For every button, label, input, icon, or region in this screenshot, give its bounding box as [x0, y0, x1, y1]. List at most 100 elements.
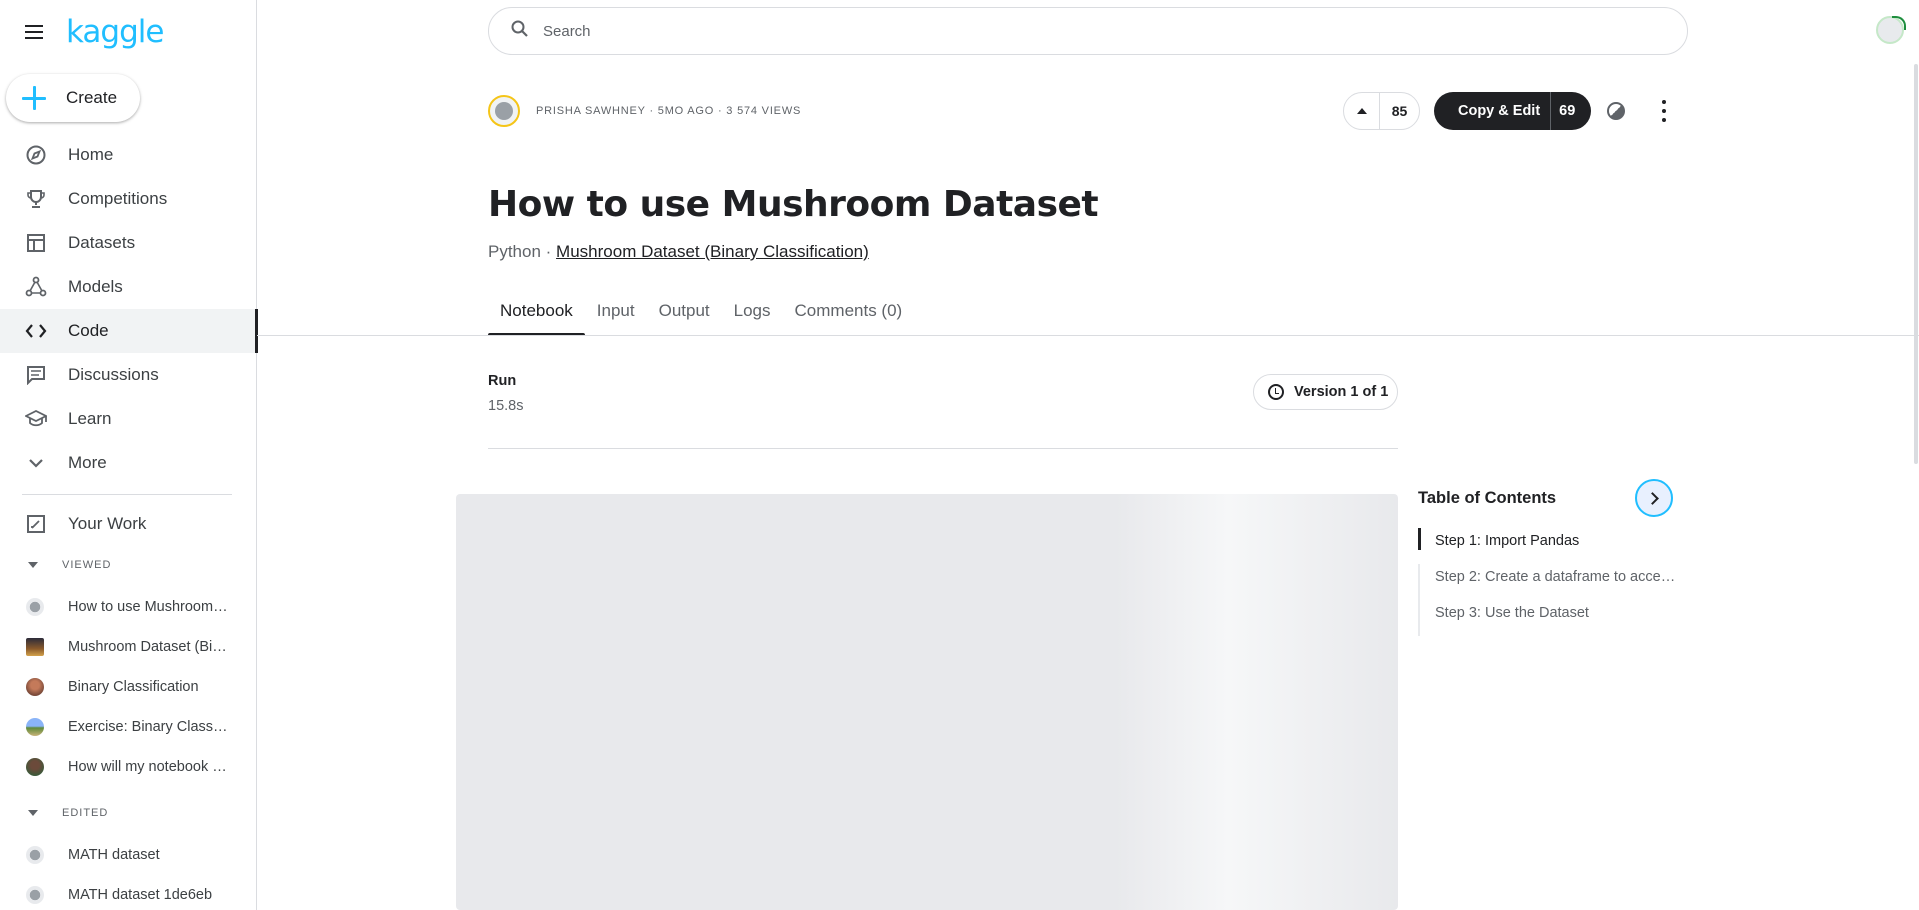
upvote-arrow-icon[interactable] — [1344, 93, 1380, 129]
tab-input[interactable]: Input — [585, 298, 647, 336]
notebook-thumbnail — [26, 598, 44, 616]
version-label: Version 1 of 1 — [1294, 384, 1389, 400]
nav-item-learn[interactable]: Learn — [0, 397, 257, 441]
nav-label: Home — [68, 145, 114, 164]
nav-item-home[interactable]: Home — [0, 133, 257, 177]
run-divider — [488, 448, 1398, 449]
dataset-link[interactable]: Mushroom Dataset (Binary Classification) — [556, 242, 869, 261]
notebook-subtitle: Python · Mushroom Dataset (Binary Classi… — [488, 242, 869, 262]
edited-list: MATH dataset MATH dataset 1de6eb — [0, 835, 257, 910]
nav-label: Competitions — [68, 189, 168, 208]
list-item-label: MATH dataset 1de6eb — [68, 887, 213, 903]
your-work-nav: Your Work — [0, 502, 257, 546]
create-label: Create — [66, 88, 118, 107]
notebook-loading-placeholder — [456, 494, 1398, 910]
list-item-label: Mushroom Dataset (Binary Classification) — [68, 639, 228, 655]
comments-icon — [24, 363, 48, 387]
nav-label: Your Work — [68, 514, 147, 533]
list-item[interactable]: How will my notebook be evaluated — [0, 747, 257, 787]
toc-item[interactable]: Step 2: Create a dataframe to access the… — [1418, 564, 1678, 600]
list-item[interactable]: MATH dataset — [0, 835, 257, 875]
search-bar[interactable] — [488, 7, 1688, 55]
chevron-down-icon — [24, 451, 48, 475]
nav-item-models[interactable]: Models — [0, 265, 257, 309]
run-time: 15.8s — [488, 398, 524, 414]
trophy-icon — [24, 187, 48, 211]
code-icon — [24, 319, 48, 343]
vote-count: 85 — [1391, 103, 1408, 119]
author-row: PRISHA SAWHNEY · 5MO AGO · 3 574 VIEWS — [488, 95, 801, 127]
history-icon — [1268, 384, 1284, 400]
contrast-icon[interactable] — [1607, 102, 1625, 120]
list-item-label: How will my notebook be evaluated — [68, 759, 228, 775]
caret-down-icon — [28, 810, 38, 816]
list-item-label: How to use Mushroom Dataset — [68, 599, 228, 615]
edited-heading: EDITED — [62, 807, 109, 819]
plus-icon — [22, 86, 46, 110]
nav-item-competitions[interactable]: Competitions — [0, 177, 257, 221]
list-item[interactable]: Binary Classification — [0, 667, 257, 707]
more-vert-icon[interactable] — [1654, 98, 1674, 124]
avatar — [26, 718, 44, 736]
edit-note-icon — [24, 512, 48, 536]
nav-label: Learn — [68, 409, 112, 428]
list-item-label: Binary Classification — [68, 679, 199, 695]
run-label: Run — [488, 373, 517, 389]
scrollbar[interactable] — [1914, 64, 1918, 464]
nav-item-datasets[interactable]: Datasets — [0, 221, 257, 265]
subtitle-separator: · — [540, 242, 557, 261]
nav-item-discussions[interactable]: Discussions — [0, 353, 257, 397]
nav-item-code[interactable]: Code — [0, 309, 258, 353]
sidebar-divider — [22, 494, 232, 495]
list-item[interactable]: Exercise: Binary Classification — [0, 707, 257, 747]
models-icon — [24, 275, 48, 299]
create-button[interactable]: Create — [6, 74, 140, 122]
viewed-section-toggle[interactable]: VIEWED — [28, 559, 111, 571]
page-title: How to use Mushroom Dataset — [488, 184, 1099, 225]
author-avatar[interactable] — [488, 95, 520, 127]
menu-icon[interactable] — [22, 20, 46, 44]
edited-section-toggle[interactable]: EDITED — [28, 807, 108, 819]
user-avatar[interactable] — [1876, 16, 1906, 44]
left-sidebar: kaggle Create Home Competitions Datasets — [0, 0, 258, 910]
tab-notebook[interactable]: Notebook — [488, 298, 585, 336]
nav-item-more[interactable]: More — [0, 441, 257, 485]
chevron-right-icon[interactable] — [1635, 479, 1673, 517]
nav-label: Models — [68, 277, 123, 296]
version-button[interactable]: Version 1 of 1 — [1253, 374, 1398, 410]
tab-logs[interactable]: Logs — [722, 298, 783, 336]
kaggle-logo[interactable]: kaggle — [66, 14, 164, 50]
list-item[interactable]: How to use Mushroom Dataset — [0, 587, 257, 627]
toc-list: Step 1: Import Pandas Step 2: Create a d… — [1418, 528, 1678, 636]
viewed-heading: VIEWED — [62, 559, 112, 571]
search-icon — [511, 20, 529, 43]
toc-item[interactable]: Step 3: Use the Dataset — [1418, 600, 1678, 636]
language-label: Python — [488, 242, 541, 261]
search-input[interactable] — [543, 22, 1543, 40]
sidebar-header: kaggle — [22, 14, 164, 50]
tab-comments[interactable]: Comments (0) — [783, 298, 915, 336]
nav-item-your-work[interactable]: Your Work — [0, 502, 257, 546]
tabs-divider — [257, 335, 1919, 336]
list-item[interactable]: Mushroom Dataset (Binary Classification) — [0, 627, 257, 667]
author-meta: PRISHA SAWHNEY · 5MO AGO · 3 574 VIEWS — [536, 105, 802, 117]
avatar — [26, 678, 44, 696]
compass-icon — [24, 143, 48, 167]
avatar — [26, 758, 44, 776]
copy-edit-button[interactable]: Copy & Edit 69 — [1434, 92, 1591, 130]
notebook-tabs: Notebook Input Output Logs Comments (0) — [488, 298, 914, 336]
toc-title: Table of Contents — [1418, 489, 1557, 507]
caret-down-icon — [28, 562, 38, 568]
toc-item[interactable]: Step 1: Import Pandas — [1418, 528, 1678, 550]
list-item-label: Exercise: Binary Classification — [68, 719, 228, 735]
list-item[interactable]: MATH dataset 1de6eb — [0, 875, 257, 910]
notebook-thumbnail — [26, 846, 44, 864]
table-icon — [24, 231, 48, 255]
nav-label: More — [68, 453, 107, 472]
tab-output[interactable]: Output — [647, 298, 722, 336]
notebook-thumbnail — [26, 886, 44, 904]
nav-label: Discussions — [68, 365, 159, 384]
nav-label: Datasets — [68, 233, 136, 252]
viewed-list: How to use Mushroom Dataset Mushroom Dat… — [0, 587, 257, 787]
copy-edit-count: 69 — [1559, 103, 1576, 119]
